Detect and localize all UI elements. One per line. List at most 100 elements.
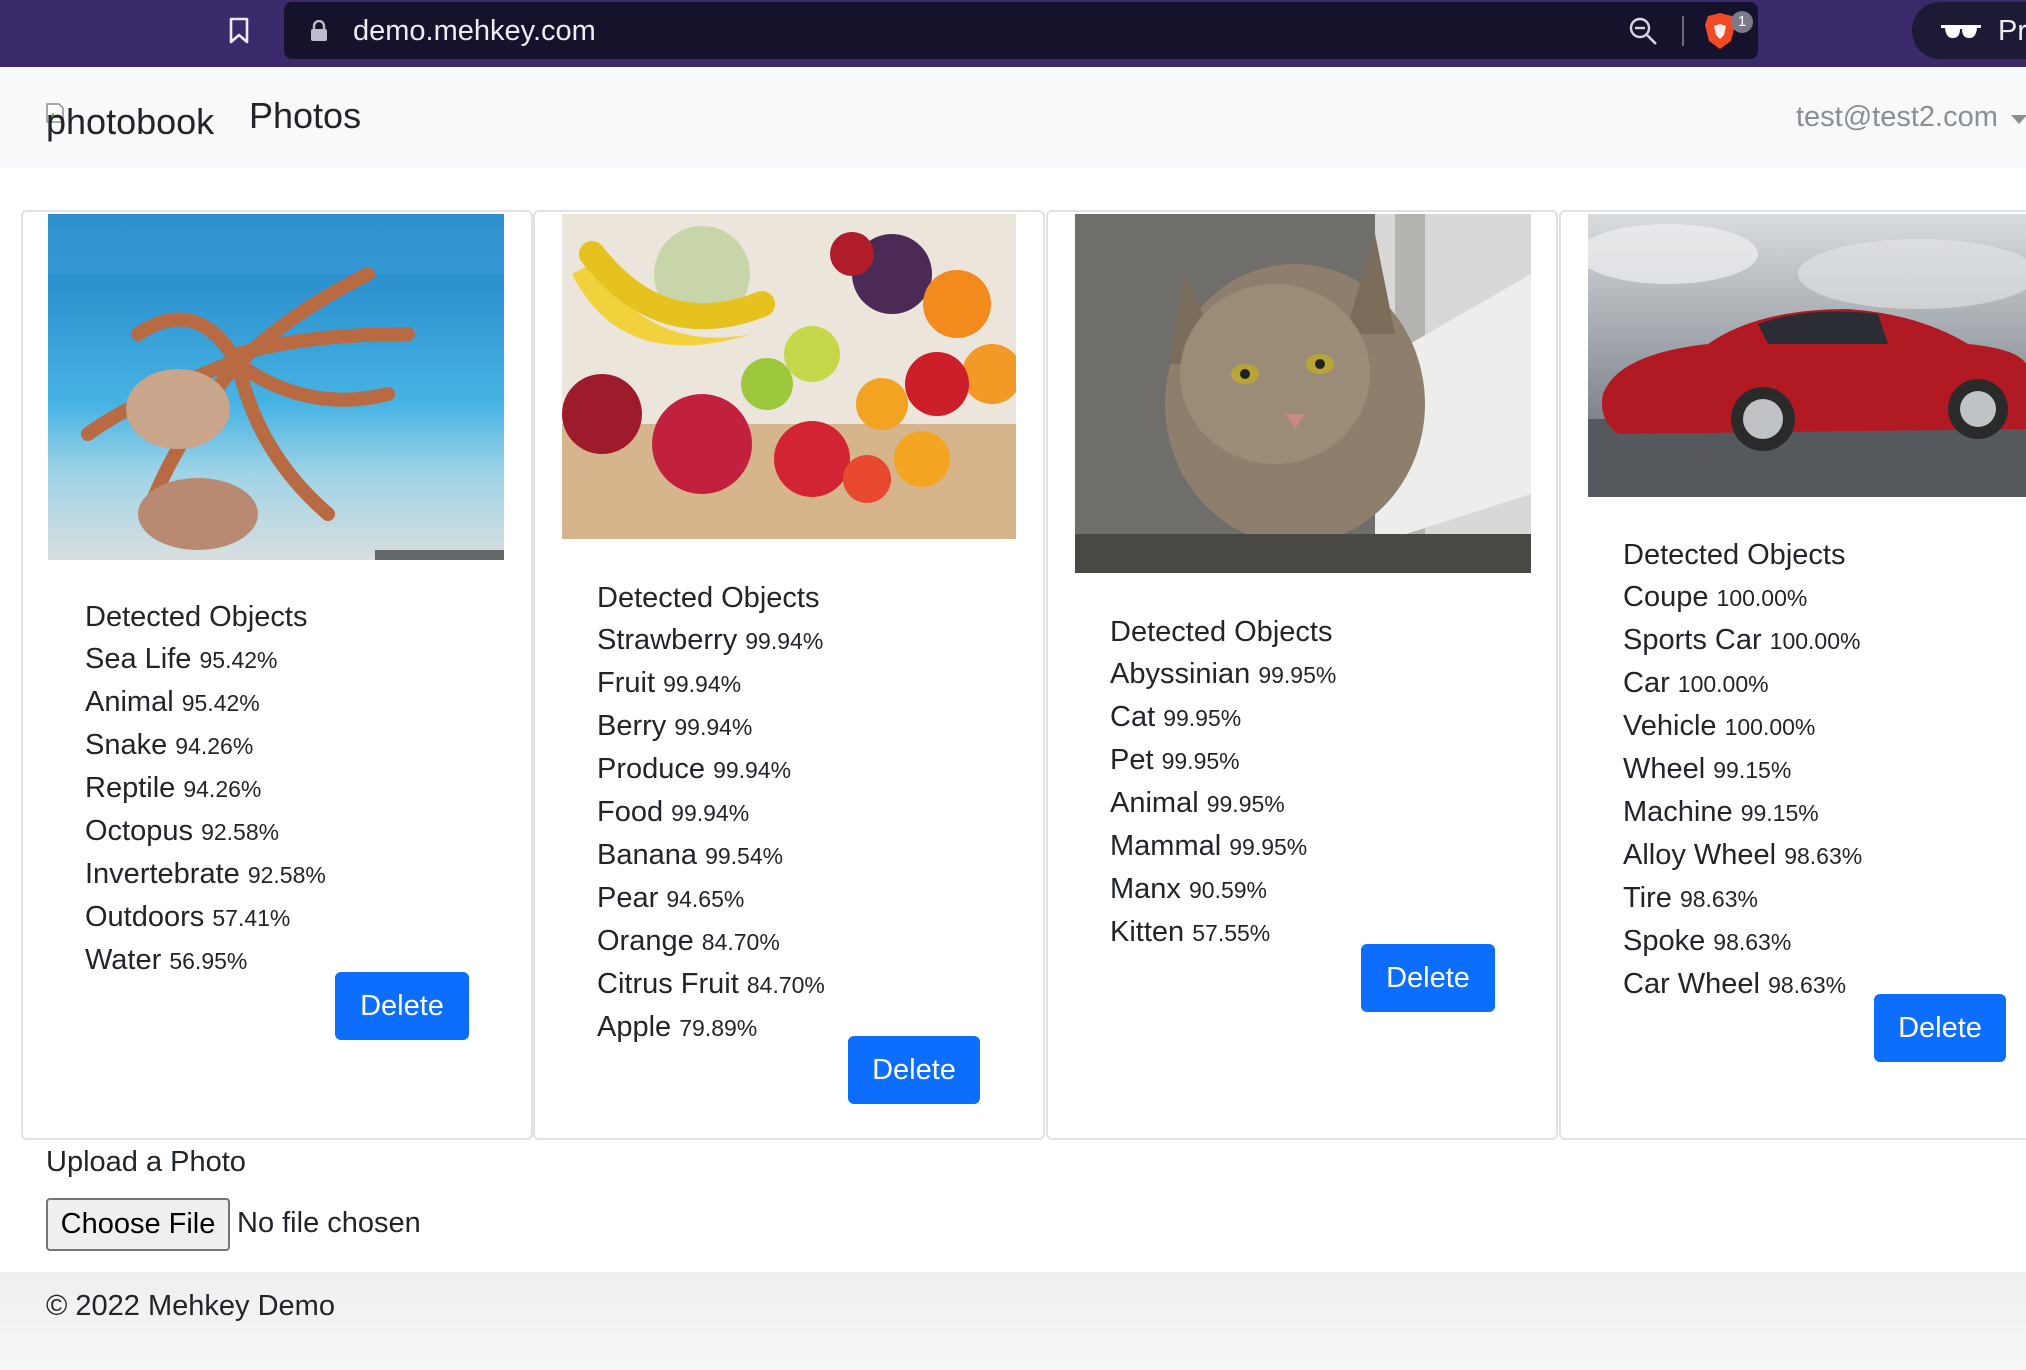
object-confidence: 100.00%	[1716, 585, 1808, 611]
object-confidence: 100.00%	[1724, 714, 1816, 740]
detected-object: Food 99.94%	[597, 791, 825, 834]
object-label: Tire	[1623, 882, 1672, 914]
object-confidence: 99.94%	[745, 628, 824, 654]
detected-object: Snake 94.26%	[85, 724, 326, 767]
object-label: Water	[85, 944, 162, 976]
object-confidence: 98.63%	[1713, 929, 1792, 955]
object-confidence: 57.55%	[1192, 920, 1271, 946]
object-label: Banana	[597, 839, 697, 871]
object-confidence: 98.63%	[1679, 886, 1758, 912]
object-label: Mammal	[1110, 830, 1222, 862]
object-confidence: 99.15%	[1740, 800, 1819, 826]
object-label: Pear	[597, 882, 659, 914]
object-confidence: 98.63%	[1768, 972, 1847, 998]
object-confidence: 99.94%	[663, 671, 742, 697]
detected-object: Sea Life 95.42%	[85, 638, 326, 681]
object-confidence: 79.89%	[679, 1015, 758, 1041]
object-label: Cat	[1110, 701, 1156, 733]
detected-object: Alloy Wheel 98.63%	[1623, 834, 1862, 877]
file-status-text: No file chosen	[237, 1207, 421, 1239]
detected-object: Water 56.95%	[85, 939, 326, 982]
lock-icon	[311, 20, 327, 41]
detected-object: Manx 90.59%	[1110, 868, 1336, 911]
photo-octopus	[48, 214, 504, 560]
delete-button[interactable]: Delete	[848, 1036, 980, 1104]
footer-copyright: © 2022 Mehkey Demo	[46, 1290, 335, 1322]
object-label: Wheel	[1623, 753, 1706, 785]
detected-object: Vehicle 100.00%	[1623, 705, 1862, 748]
photo-card: Detected Objects Strawberry 99.94% Fruit…	[533, 210, 1045, 1140]
object-confidence: 56.95%	[169, 948, 248, 974]
object-label: Berry	[597, 710, 667, 742]
delete-button[interactable]: Delete	[1874, 994, 2006, 1062]
object-confidence: 99.15%	[1713, 757, 1792, 783]
object-confidence: 99.95%	[1163, 705, 1242, 731]
detected-object: Apple 79.89%	[597, 1006, 825, 1049]
object-confidence: 92.58%	[201, 819, 280, 845]
private-window-indicator[interactable]: Pr	[1912, 2, 2026, 59]
detected-object: Banana 99.54%	[597, 834, 825, 877]
detected-objects-list: Detected Objects Sea Life 95.42% Animal …	[85, 597, 326, 982]
url-text[interactable]: demo.mehkey.com	[353, 15, 596, 48]
object-label: Car	[1623, 667, 1670, 699]
app-navbar: photobook Photos test@test2.com	[0, 67, 2026, 168]
detected-object: Wheel 99.15%	[1623, 748, 1862, 791]
detected-objects-list: Detected Objects Abyssinian 99.95% Cat 9…	[1110, 612, 1336, 954]
detected-object: Berry 99.94%	[597, 705, 825, 748]
address-bar[interactable]: demo.mehkey.com 1	[284, 2, 1758, 59]
object-label: Kitten	[1110, 916, 1185, 948]
delete-button[interactable]: Delete	[335, 972, 469, 1040]
photo-card: Detected Objects Sea Life 95.42% Animal …	[21, 210, 533, 1140]
object-label: Fruit	[597, 667, 655, 699]
detected-object: Produce 99.94%	[597, 748, 825, 791]
page-footer: © 2022 Mehkey Demo	[0, 1272, 2026, 1370]
object-label: Strawberry	[597, 624, 738, 656]
object-label: Machine	[1623, 796, 1733, 828]
object-label: Vehicle	[1623, 710, 1717, 742]
object-confidence: 94.26%	[183, 776, 262, 802]
choose-file-button[interactable]: Choose File	[46, 1198, 230, 1251]
url-separator	[1682, 16, 1684, 46]
object-confidence: 92.58%	[247, 862, 326, 888]
photo-sports-car	[1588, 214, 2026, 497]
shields-count-badge: 1	[1731, 11, 1753, 33]
object-label: Invertebrate	[85, 858, 240, 890]
object-label: Coupe	[1623, 581, 1709, 613]
object-confidence: 99.94%	[713, 757, 792, 783]
brand-title[interactable]: Photos	[249, 95, 361, 137]
object-label: Alloy Wheel	[1623, 839, 1777, 871]
detected-objects-heading: Detected Objects	[1110, 616, 1333, 648]
logo-image[interactable]: photobook	[46, 101, 214, 143]
detected-object: Kitten 57.55%	[1110, 911, 1336, 954]
photo-card: Detected Objects Coupe 100.00% Sports Ca…	[1559, 210, 2026, 1140]
object-label: Citrus Fruit	[597, 968, 739, 1000]
detected-object: Tire 98.63%	[1623, 877, 1862, 920]
bookmark-icon[interactable]	[228, 17, 250, 45]
private-label: Pr	[1998, 15, 2026, 47]
detected-object: Invertebrate 92.58%	[85, 853, 326, 896]
object-confidence: 99.94%	[671, 800, 750, 826]
dropdown-caret-icon[interactable]	[2011, 115, 2026, 124]
detected-object: Outdoors 57.41%	[85, 896, 326, 939]
object-label: Animal	[85, 686, 174, 718]
browser-toolbar: demo.mehkey.com 1 Pr	[0, 0, 2026, 67]
detected-object: Mammal 99.95%	[1110, 825, 1336, 868]
object-label: Produce	[597, 753, 706, 785]
user-menu-toggle[interactable]: test@test2.com	[1796, 101, 1998, 134]
detected-object: Animal 95.42%	[85, 681, 326, 724]
detected-objects-list: Detected Objects Coupe 100.00% Sports Ca…	[1623, 535, 1862, 1006]
object-confidence: 99.95%	[1161, 748, 1240, 774]
photo-cat	[1075, 214, 1531, 573]
photo-fruits	[562, 214, 1016, 539]
object-label: Abyssinian	[1110, 658, 1251, 690]
detected-object: Cat 99.95%	[1110, 696, 1336, 739]
object-label: Apple	[597, 1011, 672, 1043]
detected-objects-heading: Detected Objects	[597, 582, 820, 614]
upload-label: Upload a Photo	[46, 1146, 246, 1178]
car-photo-image	[1588, 214, 2026, 497]
detected-object: Car 100.00%	[1623, 662, 1862, 705]
object-confidence: 84.70%	[746, 972, 825, 998]
delete-button[interactable]: Delete	[1361, 944, 1495, 1012]
zoom-out-icon[interactable]	[1628, 16, 1658, 46]
object-label: Snake	[85, 729, 168, 761]
